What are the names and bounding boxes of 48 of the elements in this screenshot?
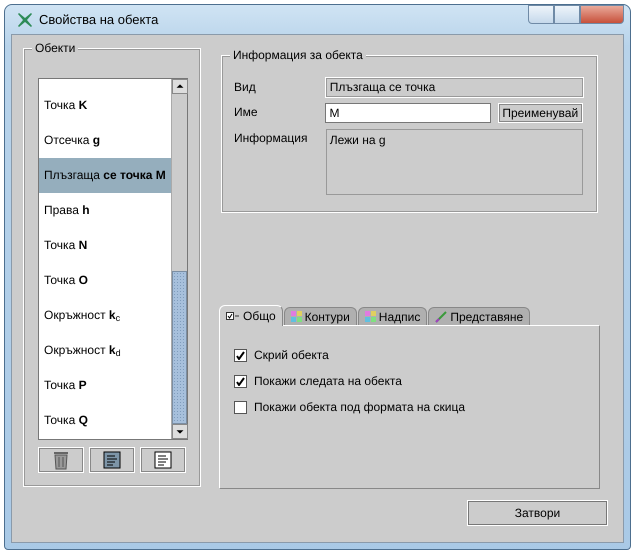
type-field: Плъзгаща се точка (326, 78, 583, 97)
pen-icon (435, 310, 448, 322)
panel-title: Обекти (32, 41, 78, 55)
trash-icon (53, 450, 69, 470)
scroll-thumb[interactable] (172, 271, 187, 424)
panel-title: Информация за обекта (230, 48, 366, 62)
checkbox[interactable] (234, 374, 247, 388)
palette-icon (290, 311, 302, 322)
scrollbar[interactable] (171, 79, 187, 439)
checkbox-label: Покажи обекта под формата на скица (254, 399, 466, 416)
tab[interactable]: Надпис (358, 307, 428, 325)
list-icon (154, 451, 172, 469)
scroll-down-icon[interactable] (172, 424, 188, 439)
checkbox[interactable] (234, 400, 247, 414)
list-item[interactable]: Точка Q (39, 403, 171, 438)
name-field[interactable]: M (325, 103, 490, 123)
list-item[interactable]: Точка O (39, 263, 171, 298)
field-label: Информация (234, 130, 308, 147)
list-icon (103, 451, 121, 469)
palette-icon (364, 311, 376, 322)
tab[interactable]: Контури (284, 307, 357, 325)
info-field: Лежи на g (326, 129, 583, 195)
scroll-up-icon[interactable] (172, 79, 188, 94)
tab[interactable]: Представяне (428, 307, 530, 325)
list-item[interactable]: Права h (39, 193, 171, 228)
list-button[interactable] (140, 447, 186, 473)
delete-button[interactable] (38, 447, 84, 473)
list-item[interactable]: Отсечка g (39, 123, 171, 158)
field-label: Име (234, 104, 259, 121)
close-dialog-button[interactable]: Затвори (467, 500, 608, 526)
checkbox-icon (226, 311, 240, 321)
minimize-button[interactable] (528, 5, 554, 24)
window-title: Свойства на обекта (39, 10, 158, 29)
checkbox[interactable] (234, 348, 247, 362)
list-item[interactable]: Точка N (39, 228, 171, 263)
list-item[interactable]: Окръжност k$_{d}$ (39, 333, 171, 368)
field-label: Вид (234, 79, 257, 96)
list-item[interactable]: Точка P (39, 368, 171, 403)
checkbox-label: Скрий обекта (254, 347, 329, 364)
checkbox-label: Покажи следата на обекта (254, 373, 402, 390)
list-item[interactable]: Окръжност k$_{c}$ (39, 298, 171, 333)
list-item[interactable]: Точка K (39, 88, 171, 123)
tab[interactable]: Общо (219, 305, 283, 326)
list-button[interactable] (89, 447, 135, 473)
maximize-button[interactable] (554, 5, 580, 24)
list-item[interactable]: Плъзгаща се точка M (39, 158, 171, 193)
rename-button[interactable]: Преименувай (498, 103, 583, 123)
app-icon (17, 12, 33, 28)
